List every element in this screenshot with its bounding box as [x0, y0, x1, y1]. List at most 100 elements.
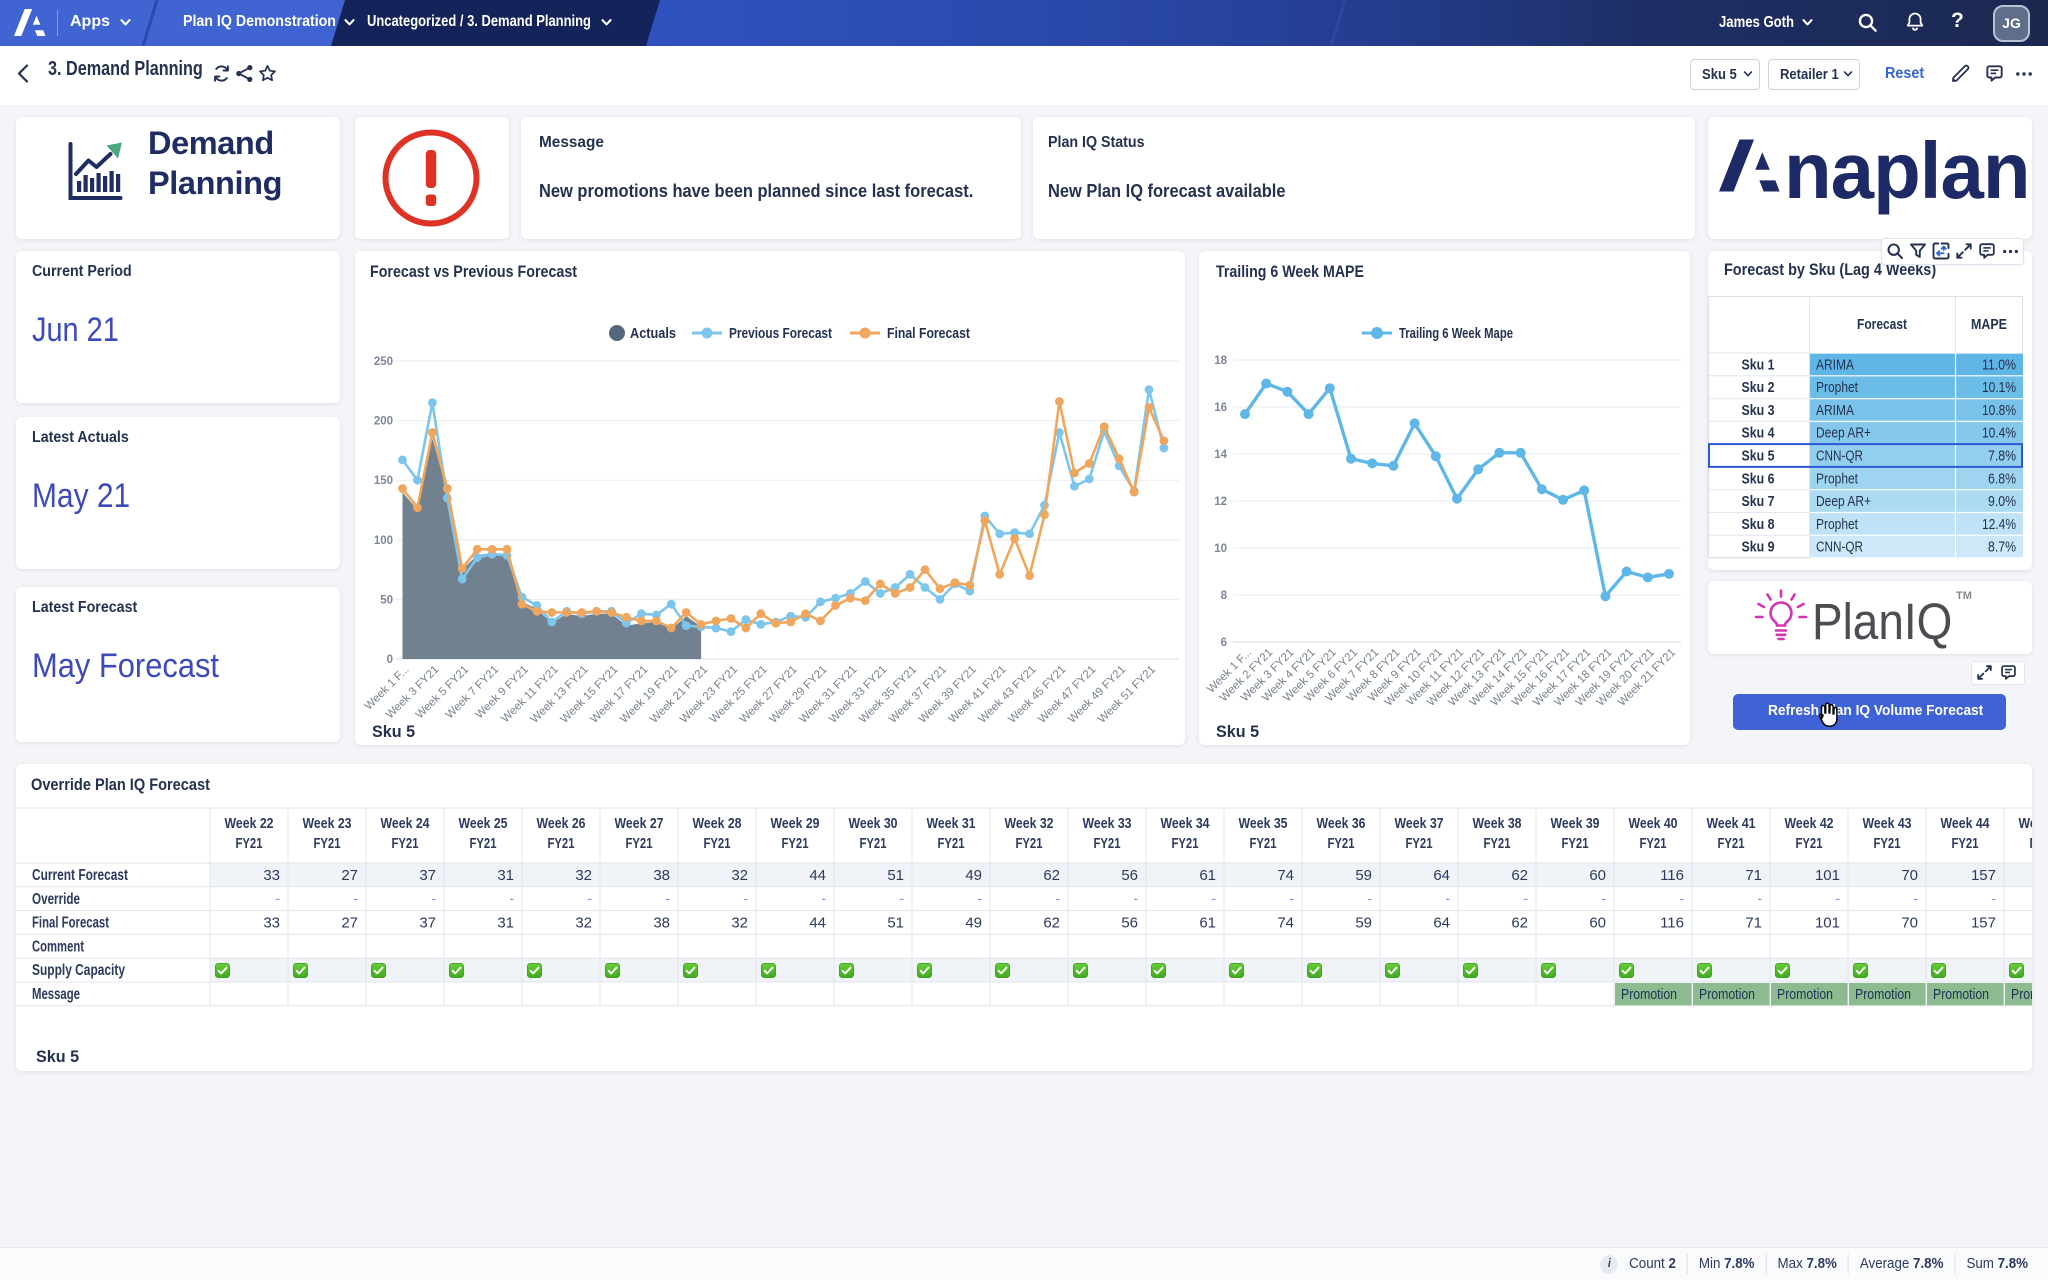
- svg-text:Week 45: Week 45: [2019, 815, 2033, 832]
- svg-text:61: 61: [1199, 915, 1216, 932]
- svg-text:FY21: FY21: [626, 835, 653, 852]
- svg-text:56: 56: [1121, 915, 1138, 932]
- svg-text:-: -: [1913, 890, 1918, 906]
- svg-text:Sku 5: Sku 5: [1742, 448, 1775, 465]
- svg-text:Override: Override: [32, 891, 80, 908]
- svg-text:Week 44: Week 44: [1941, 815, 1991, 832]
- svg-text:7.8%: 7.8%: [1988, 448, 2016, 465]
- svg-text:Week 31: Week 31: [927, 815, 976, 832]
- svg-text:-: -: [1055, 890, 1060, 906]
- svg-text:Promotion: Promotion: [1777, 987, 1833, 1003]
- svg-text:37: 37: [419, 915, 436, 932]
- svg-text:71: 71: [1745, 915, 1762, 932]
- svg-text:16: 16: [1214, 402, 1227, 414]
- svg-text:FY21: FY21: [938, 835, 965, 852]
- svg-text:Week 43: Week 43: [1863, 815, 1912, 832]
- svg-text:-: -: [509, 890, 514, 906]
- svg-text:14: 14: [1214, 449, 1227, 461]
- svg-text:157: 157: [1971, 867, 1996, 884]
- svg-text:116: 116: [1660, 915, 1684, 932]
- svg-text:Week 36: Week 36: [1317, 815, 1366, 832]
- svg-text:FY21: FY21: [782, 835, 809, 852]
- svg-text:Current Forecast: Current Forecast: [32, 867, 128, 884]
- svg-text:FY21: FY21: [860, 835, 887, 852]
- svg-text:32: 32: [731, 915, 748, 932]
- svg-text:FY21: FY21: [1484, 835, 1511, 852]
- svg-text:FY21: FY21: [1562, 835, 1589, 852]
- svg-text:27: 27: [341, 915, 358, 932]
- svg-text:Sku 6: Sku 6: [1742, 470, 1775, 487]
- svg-text:9.0%: 9.0%: [1988, 493, 2016, 510]
- svg-text:74: 74: [1277, 915, 1294, 932]
- svg-text:Sku 1: Sku 1: [1742, 356, 1775, 373]
- svg-text:Prophet: Prophet: [1816, 516, 1859, 533]
- svg-text:59: 59: [1355, 867, 1372, 884]
- svg-text:Trailing 6 Week Mape: Trailing 6 Week Mape: [1399, 325, 1513, 342]
- svg-text:32: 32: [731, 867, 748, 884]
- svg-text:62: 62: [1043, 867, 1060, 884]
- svg-text:38: 38: [653, 915, 670, 932]
- svg-text:-: -: [977, 890, 982, 906]
- svg-text:11.0%: 11.0%: [1982, 356, 2016, 373]
- svg-text:Week 42: Week 42: [1785, 815, 1834, 832]
- svg-text:101: 101: [1815, 915, 1840, 932]
- svg-text:50: 50: [380, 594, 393, 606]
- svg-text:71: 71: [1745, 867, 1762, 884]
- svg-text:FY21: FY21: [1250, 835, 1277, 852]
- svg-text:10.8%: 10.8%: [1982, 402, 2016, 419]
- svg-text:FY21: FY21: [314, 835, 341, 852]
- svg-text:FY21: FY21: [2030, 835, 2033, 852]
- svg-text:Promotion: Promotion: [2011, 987, 2032, 1003]
- svg-text:49: 49: [965, 915, 982, 932]
- svg-text:200: 200: [374, 416, 393, 428]
- svg-text:Week 32: Week 32: [1005, 815, 1054, 832]
- svg-text:Supply Capacity: Supply Capacity: [32, 962, 125, 979]
- svg-text:CNN-QR: CNN-QR: [1816, 448, 1863, 465]
- svg-text:Week 40: Week 40: [1629, 815, 1678, 832]
- svg-text:Prophet: Prophet: [1816, 470, 1859, 487]
- svg-text:56: 56: [1121, 867, 1138, 884]
- svg-text:Final Forecast: Final Forecast: [32, 915, 109, 932]
- svg-text:62: 62: [1511, 867, 1528, 884]
- svg-text:FY21: FY21: [548, 835, 575, 852]
- svg-text:Comment: Comment: [32, 938, 84, 955]
- svg-text:FY21: FY21: [1952, 835, 1979, 852]
- svg-text:-: -: [1679, 890, 1684, 906]
- svg-text:38: 38: [653, 867, 670, 884]
- svg-text:64: 64: [1433, 915, 1450, 932]
- svg-text:59: 59: [1355, 915, 1372, 932]
- svg-text:31: 31: [497, 915, 514, 932]
- svg-text:10.4%: 10.4%: [1982, 425, 2016, 442]
- svg-text:Promotion: Promotion: [1699, 987, 1755, 1003]
- svg-text:Message: Message: [32, 986, 80, 1003]
- svg-text:8.7%: 8.7%: [1988, 539, 2016, 556]
- svg-text:ARIMA: ARIMA: [1816, 356, 1854, 373]
- svg-text:Week 26: Week 26: [537, 815, 586, 832]
- svg-text:Week 28: Week 28: [693, 815, 742, 832]
- svg-text:-: -: [275, 890, 280, 906]
- svg-text:Actuals: Actuals: [630, 325, 676, 342]
- svg-text:Prophet: Prophet: [1816, 379, 1859, 396]
- svg-text:0: 0: [387, 654, 393, 666]
- svg-text:-: -: [1211, 890, 1216, 906]
- svg-text:Promotion: Promotion: [1933, 987, 1989, 1003]
- svg-text:8: 8: [1221, 590, 1228, 602]
- svg-text:101: 101: [1815, 867, 1840, 884]
- svg-text:FY21: FY21: [392, 835, 419, 852]
- svg-text:70: 70: [1901, 867, 1918, 884]
- svg-text:70: 70: [1901, 915, 1918, 932]
- svg-text:-: -: [1523, 890, 1528, 906]
- svg-text:60: 60: [1589, 867, 1606, 884]
- svg-text:Week 30: Week 30: [849, 815, 898, 832]
- svg-text:-: -: [743, 890, 748, 906]
- svg-text:-: -: [353, 890, 358, 906]
- svg-text:10.1%: 10.1%: [1982, 379, 2016, 396]
- svg-text:-: -: [1835, 890, 1840, 906]
- svg-text:18: 18: [1214, 355, 1227, 367]
- svg-text:-: -: [1367, 890, 1372, 906]
- svg-text:32: 32: [575, 867, 592, 884]
- svg-text:-: -: [1445, 890, 1450, 906]
- svg-text:-: -: [587, 890, 592, 906]
- svg-text:-: -: [1601, 890, 1606, 906]
- svg-text:Previous Forecast: Previous Forecast: [729, 325, 832, 342]
